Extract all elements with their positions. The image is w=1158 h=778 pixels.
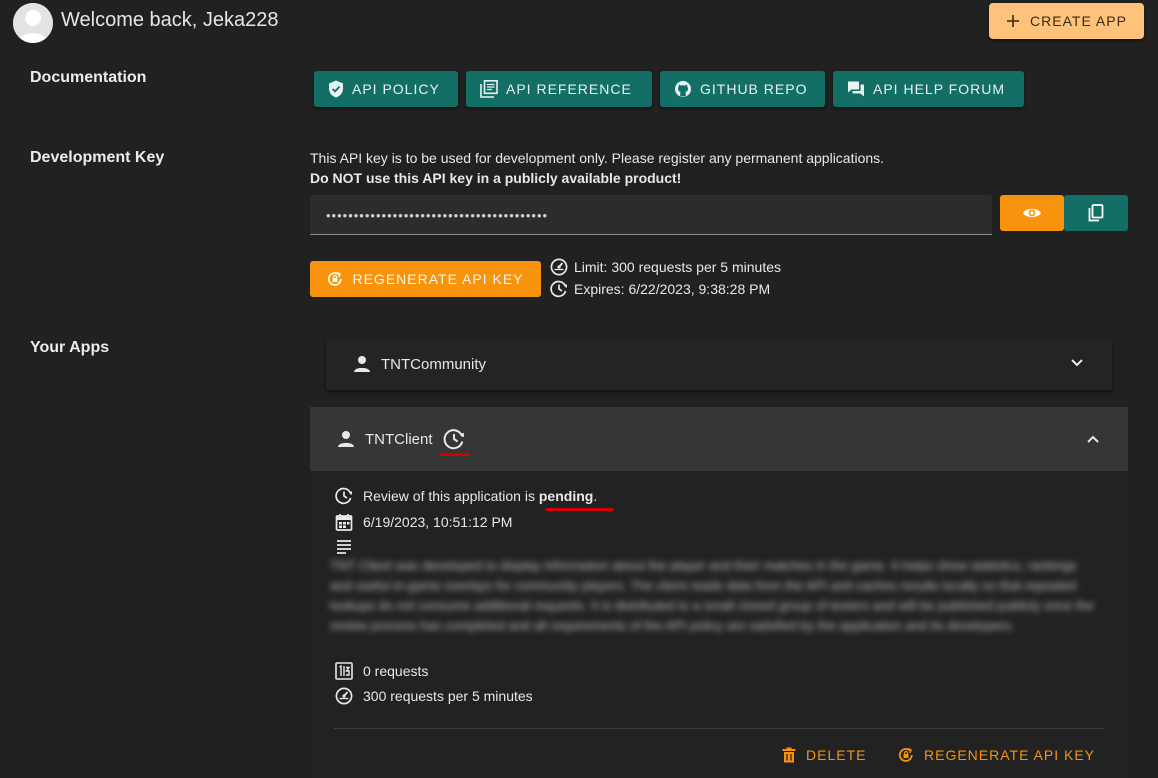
description-row (335, 538, 353, 554)
your-apps-heading: Your Apps (30, 339, 110, 356)
app-panel-tntclient-header[interactable]: TNTClient (310, 407, 1128, 471)
regenerate-dev-key-button[interactable]: REGENERATE API KEY (310, 261, 541, 297)
created-date-row: 6/19/2023, 10:51:12 PM (335, 513, 512, 531)
api-key-field[interactable]: •••••••••••••••••••••••••••••••••••••••• (310, 195, 992, 235)
annotation-underline-icon (545, 508, 614, 511)
review-status: pending (538, 488, 594, 504)
github-repo-label: GITHUB REPO (700, 81, 808, 97)
regenerate-app-key-label: REGENERATE API KEY (924, 747, 1096, 763)
account-icon (354, 356, 370, 372)
api-policy-label: API POLICY (352, 81, 440, 97)
speedometer-icon (550, 258, 568, 276)
delete-label: DELETE (806, 747, 867, 763)
welcome-message: Welcome back, Jeka228 (61, 9, 279, 31)
chevron-up-icon[interactable] (1086, 434, 1100, 444)
create-app-button[interactable]: CREATE APP (989, 3, 1144, 39)
show-key-button[interactable] (1000, 195, 1064, 231)
trash-icon (782, 747, 796, 763)
account-icon (338, 431, 354, 447)
lock-reset-icon (898, 748, 913, 762)
review-prefix: Review of this application is (363, 488, 539, 504)
expires-info: Expires: 6/22/2023, 9:38:28 PM (550, 280, 770, 298)
forum-icon (848, 81, 864, 97)
shield-check-icon (329, 80, 343, 98)
api-help-forum-label: API HELP FORUM (873, 81, 1005, 97)
library-books-icon (480, 80, 498, 98)
api-help-forum-button[interactable]: API HELP FORUM (833, 71, 1024, 107)
request-count: 0 requests (363, 663, 429, 679)
copy-key-button[interactable] (1064, 195, 1128, 231)
review-suffix: . (593, 488, 598, 504)
counter-icon (335, 662, 353, 680)
request-count-row: 0 requests (335, 662, 428, 680)
lock-reset-icon (328, 272, 343, 286)
app-name: TNTCommunity (381, 355, 487, 373)
speedometer-icon (335, 687, 353, 705)
regenerate-app-key-button[interactable]: REGENERATE API KEY (898, 744, 1095, 766)
app-panel-tntcommunity[interactable]: TNTCommunity (326, 340, 1112, 390)
dev-key-warning: Do NOT use this API key in a publicly av… (310, 170, 682, 186)
dev-key-notice: This API key is to be used for developme… (310, 150, 885, 166)
app-name: TNTClient (365, 430, 433, 448)
expires-text: Expires: 6/22/2023, 9:38:28 PM (574, 281, 771, 297)
eye-icon (1023, 208, 1041, 218)
calendar-icon (335, 514, 353, 531)
divider (334, 728, 1104, 729)
clock-pending-icon (335, 487, 352, 505)
created-date: 6/19/2023, 10:51:12 PM (363, 514, 513, 530)
delete-app-button[interactable]: DELETE (782, 744, 866, 766)
api-reference-label: API REFERENCE (506, 81, 632, 97)
development-key-heading: Development Key (30, 149, 165, 166)
github-repo-button[interactable]: GITHUB REPO (660, 71, 825, 107)
github-icon (675, 81, 691, 97)
create-app-label: CREATE APP (1030, 13, 1127, 29)
copy-icon (1088, 204, 1104, 222)
api-policy-button[interactable]: API POLICY (314, 71, 458, 107)
annotation-underline-icon (439, 453, 470, 456)
review-status-row: Review of this application is pending. (335, 487, 597, 505)
clock-pending-icon (443, 429, 464, 450)
plus-icon (1007, 15, 1020, 27)
text-subject-icon (337, 540, 351, 554)
api-reference-button[interactable]: API REFERENCE (466, 71, 652, 107)
documentation-heading: Documentation (30, 69, 147, 86)
clock-alert-icon (550, 280, 567, 298)
app-description-blurred: TNT Client was developed to display info… (330, 558, 1094, 633)
rate-limit: 300 requests per 5 minutes (363, 688, 533, 704)
limit-info: Limit: 300 requests per 5 minutes (550, 258, 781, 276)
rate-limit-row: 300 requests per 5 minutes (335, 687, 533, 705)
chevron-down-icon[interactable] (1070, 358, 1084, 368)
regenerate-dev-key-label: REGENERATE API KEY (352, 271, 524, 287)
user-avatar-icon (13, 3, 53, 43)
limit-text: Limit: 300 requests per 5 minutes (574, 259, 781, 275)
avatar[interactable] (13, 3, 53, 43)
